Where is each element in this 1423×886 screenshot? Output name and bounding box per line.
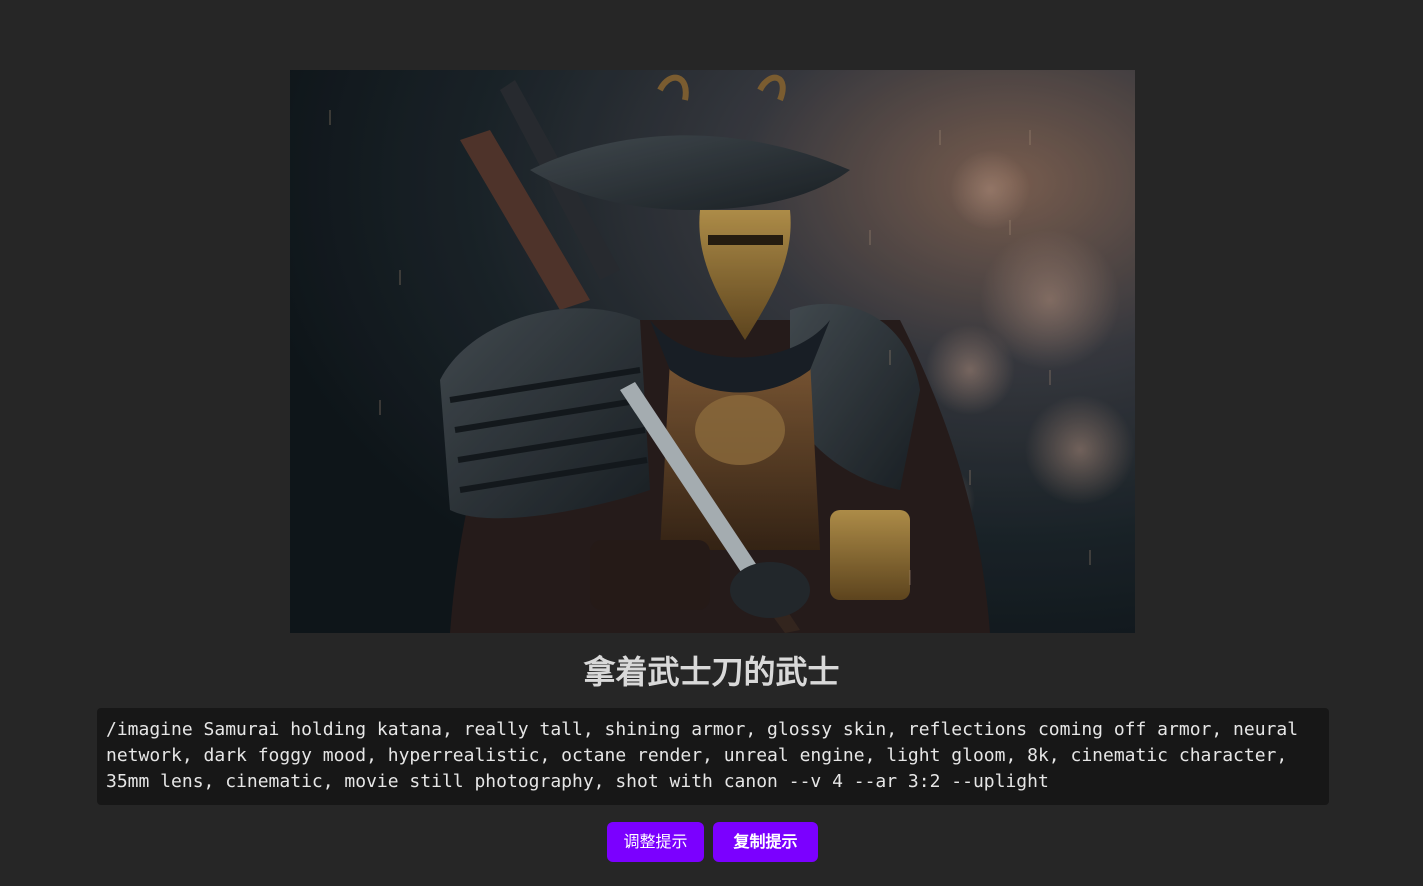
prompt-detail-page: 拿着武士刀的武士 /imagine Samurai holding katana…	[0, 0, 1423, 886]
artwork-title: 拿着武士刀的武士	[583, 653, 840, 691]
artwork-image	[290, 70, 1135, 633]
prompt-box: /imagine Samurai holding katana, really …	[97, 708, 1329, 805]
copy-prompt-button[interactable]: 复制提示	[713, 822, 818, 862]
adjust-prompt-button[interactable]: 调整提示	[607, 822, 704, 862]
prompt-text: /imagine Samurai holding katana, really …	[106, 719, 1309, 792]
